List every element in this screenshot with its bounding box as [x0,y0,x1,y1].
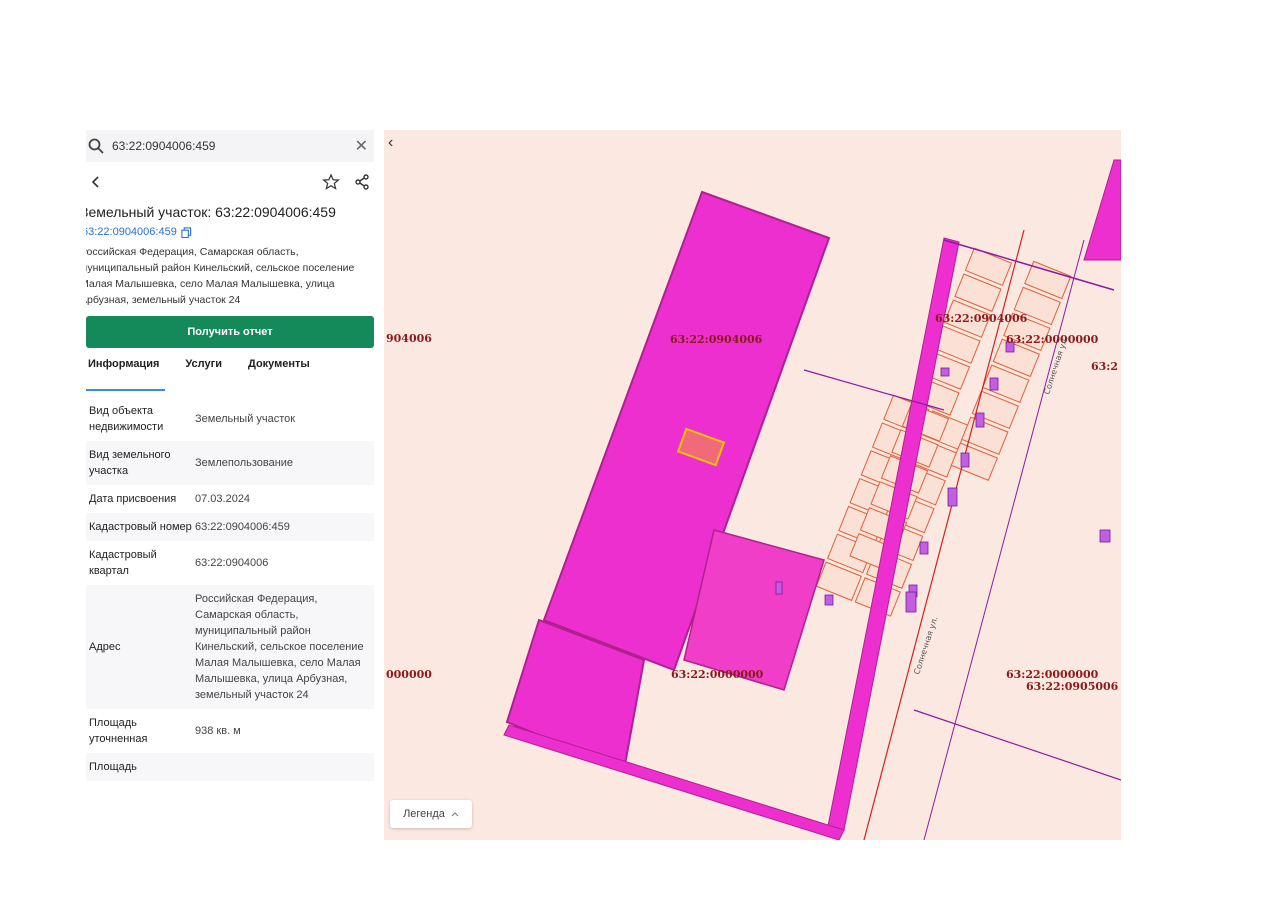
get-report-button[interactable]: Получить отчет [86,316,374,348]
info-label: Площадь уточненная [89,717,148,745]
map-label: 63:2 [1091,360,1118,373]
info-label: Вид земельного участка [89,449,171,477]
cadastral-link[interactable]: 63:22:0904006:459 [86,226,374,238]
info-value: Земельный участок [195,413,296,425]
info-value: 07.03.2024 [195,493,251,505]
info-row-address: Адрес Российская Федерация, Самарская об… [86,585,374,709]
panel-toolbar [86,162,374,202]
info-table: Вид объекта недвижимости Земельный участ… [86,397,374,781]
cadastral-map[interactable]: 904006 000000 63:22:0904006 63:22:000000… [384,130,1121,840]
info-row-date: Дата присвоения 07.03.2024 [86,485,374,513]
search-icon [88,138,104,154]
cadastral-link-text[interactable]: 63:22:0904006:459 [86,226,177,238]
info-panel: 63:22:0904006:459 ✕ Земельный участок: 6… [86,130,374,812]
tab-services[interactable]: Услуги [183,358,224,382]
tab-documents[interactable]: Документы [246,358,312,382]
search-bar[interactable]: 63:22:0904006:459 ✕ [86,130,374,162]
page-title: Земельный участок: 63:22:0904006:459 [86,204,336,220]
info-label: Кадастровый квартал [89,549,157,577]
map-label: 63:22:0904006 [670,333,763,346]
info-label: Вид объекта недвижимости [89,405,164,433]
search-input[interactable]: 63:22:0904006:459 [112,139,355,153]
share-icon[interactable] [354,174,370,190]
tabs: Информация Услуги Документы [86,358,374,391]
legend-button[interactable]: Легенда [390,800,472,828]
info-row-area: Площадь уточненная 938 кв. м [86,709,374,753]
info-row-area-2: Площадь [86,753,374,781]
info-row-cad-quarter: Кадастровый квартал 63:22:0904006 [86,541,374,585]
info-row-object-type: Вид объекта недвижимости Земельный участ… [86,397,374,441]
copy-icon[interactable] [181,226,192,238]
map-canvas[interactable]: 904006 000000 63:22:0904006 63:22:000000… [384,130,1121,840]
back-icon[interactable] [90,175,102,189]
map-label: 904006 [386,332,432,345]
map-label: 63:22:0905006 [1026,680,1119,693]
map-label: 63:22:0000000 [1006,333,1099,346]
info-value: 63:22:0904006 [195,557,269,569]
address-text: Российская Федерация, Самарская область,… [86,246,355,306]
info-label: Площадь [89,761,137,773]
info-label: Дата присвоения [89,493,177,505]
map-label: 63:22:0904006 [935,312,1028,325]
close-icon[interactable]: ✕ [355,136,368,156]
info-value: Российская Федерация, Самарская область,… [195,593,364,701]
chevron-up-icon [451,812,459,817]
tab-information[interactable]: Информация [86,358,166,391]
info-value: Землепользование [195,457,294,469]
star-icon[interactable] [322,173,340,191]
collapse-panel-icon[interactable]: ‹ [388,134,393,152]
info-label: Кадастровый номер [89,521,192,533]
legend-label: Легенда [403,808,445,820]
info-row-cad-number: Кадастровый номер 63:22:0904006:459 [86,513,374,541]
info-value: 938 кв. м [195,725,241,737]
map-label: 63:22:0000000 [671,668,764,681]
info-row-land-type: Вид земельного участка Землепользование [86,441,374,485]
info-value: 63:22:0904006:459 [195,521,290,533]
map-label: 000000 [386,668,432,681]
info-label: Адрес [89,641,121,653]
